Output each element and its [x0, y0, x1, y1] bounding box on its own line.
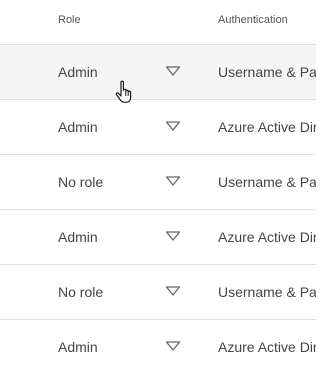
chevron-down-icon[interactable] — [165, 340, 181, 352]
role-value: Admin — [58, 229, 98, 245]
role-dropdown[interactable]: Admin — [58, 100, 188, 154]
role-dropdown[interactable]: Admin — [58, 210, 188, 264]
authentication-value: Azure Active Dir — [218, 229, 316, 245]
table-row[interactable]: No role Username & Pas — [0, 154, 316, 209]
role-dropdown[interactable]: Admin — [58, 45, 188, 99]
role-value: Admin — [58, 339, 98, 355]
column-header-role[interactable]: Role — [58, 14, 81, 26]
chevron-down-icon[interactable] — [165, 230, 181, 242]
role-value: No role — [58, 174, 104, 190]
chevron-down-icon[interactable] — [165, 120, 181, 132]
table-row[interactable]: No role Username & Pas — [0, 264, 316, 319]
authentication-value: Azure Active Dir — [218, 119, 316, 135]
users-table: Role Authentication Admin Username & Pas… — [0, 0, 316, 373]
role-value: Admin — [58, 119, 98, 135]
authentication-value: Azure Active Dir — [218, 339, 316, 355]
role-dropdown[interactable]: No role — [58, 155, 188, 209]
column-header-authentication[interactable]: Authentication — [218, 14, 288, 26]
role-dropdown[interactable]: No role — [58, 265, 188, 319]
authentication-value: Username & Pas — [218, 64, 316, 80]
chevron-down-icon[interactable] — [165, 285, 181, 297]
table-row[interactable]: Admin Azure Active Dir — [0, 209, 316, 264]
table-header: Role Authentication — [0, 0, 316, 44]
table-row[interactable]: Admin Azure Active Dir — [0, 99, 316, 154]
authentication-value: Username & Pas — [218, 284, 316, 300]
role-dropdown[interactable]: Admin — [58, 320, 188, 373]
chevron-down-icon[interactable] — [165, 65, 181, 77]
table-row[interactable]: Admin Username & Pas — [0, 44, 316, 99]
role-value: Admin — [58, 64, 98, 80]
authentication-value: Username & Pas — [218, 174, 316, 190]
role-value: No role — [58, 284, 104, 300]
chevron-down-icon[interactable] — [165, 175, 181, 187]
table-row[interactable]: Admin Azure Active Dir — [0, 319, 316, 373]
